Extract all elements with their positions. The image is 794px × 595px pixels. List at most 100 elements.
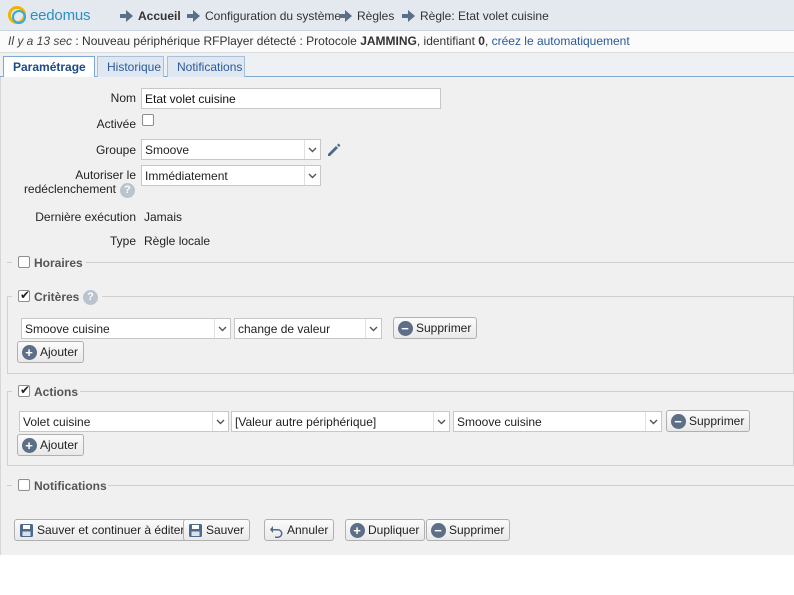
critere-add-button[interactable]: + Ajouter — [17, 341, 85, 363]
action-add-button[interactable]: + Ajouter — [17, 434, 85, 456]
arrow-right-icon — [402, 9, 415, 22]
criteres-checkbox[interactable] — [18, 288, 30, 302]
notice-text: , identifiant — [416, 34, 479, 48]
autoriser-label-line1: Autoriser le — [75, 168, 136, 182]
groupe-value: Smoove — [145, 142, 190, 157]
critere-delete-button[interactable]: − Supprimer — [393, 317, 478, 339]
button-label: Ajouter — [40, 345, 79, 359]
chevron-down-icon — [304, 140, 320, 159]
chevron-down-icon — [365, 319, 381, 338]
derniere-execution-label: Dernière exécution — [35, 210, 136, 224]
notice-identifier: 0 — [478, 34, 485, 48]
eedomus-logo[interactable]: eedomus — [8, 5, 91, 25]
arrow-right-icon — [339, 9, 352, 22]
chevron-down-icon — [433, 412, 449, 431]
horaires-divider — [7, 262, 794, 263]
edit-pencil-icon[interactable] — [325, 141, 343, 159]
action-value-type-value: [Valeur autre périphérique] — [235, 414, 377, 429]
save-button[interactable]: Sauver — [183, 519, 251, 541]
chevron-down-icon — [214, 319, 230, 338]
tab-notifications[interactable]: Notifications — [167, 56, 245, 78]
action-device-select[interactable]: Volet cuisine — [19, 411, 229, 432]
minus-circle-icon: − — [670, 413, 686, 429]
groupe-select[interactable]: Smoove — [141, 139, 321, 160]
breadcrumb-label: Règle: Etat volet cuisine — [420, 8, 549, 23]
breadcrumb-label: Règles — [357, 8, 395, 23]
help-icon[interactable]: ? — [83, 290, 98, 305]
breadcrumb-system-config[interactable]: Configuration du système — [187, 8, 341, 23]
floppy-disk-icon — [18, 522, 34, 538]
button-label: Dupliquer — [368, 523, 420, 537]
button-label: Sauver — [206, 523, 245, 537]
action-delete-button[interactable]: − Supprimer — [666, 410, 751, 432]
action-device-value: Volet cuisine — [23, 414, 91, 429]
button-label: Supprimer — [449, 523, 505, 537]
critere-device-select[interactable]: Smoove cuisine — [21, 318, 231, 339]
tab-historique[interactable]: Historique — [97, 56, 164, 78]
chevron-down-icon — [645, 412, 661, 431]
breadcrumb-rules[interactable]: Règles — [339, 8, 394, 23]
button-label: Ajouter — [40, 438, 79, 452]
notifications-divider — [7, 485, 794, 486]
breadcrumb-label: Accueil — [138, 8, 181, 23]
button-label: Annuler — [287, 523, 329, 537]
action-value-type-select[interactable]: [Valeur autre périphérique] — [231, 411, 450, 432]
tab-parametrage[interactable]: Paramétrage — [3, 56, 95, 78]
minus-circle-icon: − — [397, 320, 413, 336]
logo-icon — [8, 6, 26, 24]
notice-time: Il y a 13 sec — [8, 34, 73, 48]
derniere-execution-value: Jamais — [144, 210, 183, 224]
action-source-value: Smoove cuisine — [457, 414, 542, 429]
minus-circle-icon: − — [430, 522, 446, 538]
help-icon[interactable]: ? — [120, 183, 135, 198]
critere-device-value: Smoove cuisine — [25, 321, 110, 336]
actions-checkbox[interactable] — [18, 383, 30, 397]
button-label: Supprimer — [689, 414, 745, 428]
chevron-down-icon — [304, 166, 320, 185]
arrow-right-icon — [187, 9, 200, 22]
breadcrumb-label: Configuration du système — [205, 8, 342, 23]
arrow-right-icon — [120, 9, 133, 22]
autoriser-label-line2: redéclenchement — [23, 182, 116, 196]
breadcrumb-current-rule: Règle: Etat volet cuisine — [402, 8, 549, 23]
undo-icon — [268, 522, 284, 538]
actions-divider — [7, 391, 794, 392]
logo-text: eedomus — [30, 6, 91, 24]
autoriser-select[interactable]: Immédiatement — [141, 165, 321, 186]
nom-input[interactable] — [141, 88, 441, 109]
criteres-divider — [7, 296, 794, 297]
breadcrumb-home[interactable]: Accueil — [120, 8, 181, 23]
action-source-select[interactable]: Smoove cuisine — [453, 411, 662, 432]
plus-circle-icon: + — [21, 437, 37, 453]
delete-rule-button[interactable]: − Supprimer — [426, 519, 511, 541]
activee-checkbox[interactable] — [142, 114, 154, 126]
horaires-label: Horaires — [34, 256, 83, 270]
notice-text: , — [484, 34, 492, 48]
notice-text: : Nouveau périphérique RFPlayer détecté … — [72, 34, 361, 48]
button-label: Supprimer — [416, 321, 472, 335]
notification-banner: Il y a 13 sec : Nouveau périphérique RFP… — [0, 31, 794, 53]
notifications-label: Notifications — [34, 479, 107, 493]
type-label: Type — [109, 234, 136, 248]
button-label: Sauver et continuer à éditer — [37, 523, 185, 537]
notifications-checkbox[interactable] — [18, 479, 30, 491]
critere-condition-value: change de valeur — [238, 321, 331, 336]
notice-protocol: JAMMING — [360, 34, 417, 48]
actions-label: Actions — [34, 385, 79, 399]
floppy-disk-icon — [187, 522, 203, 538]
save-continue-button[interactable]: Sauver et continuer à éditer — [14, 519, 191, 541]
nom-label: Nom — [110, 91, 136, 105]
plus-circle-icon: + — [21, 344, 37, 360]
groupe-label: Groupe — [95, 143, 136, 157]
critere-condition-select[interactable]: change de valeur — [234, 318, 382, 339]
duplicate-plus-icon: + — [349, 522, 365, 538]
activee-label: Activée — [96, 117, 136, 131]
create-automatically-link[interactable]: créez le automatiquement — [492, 34, 630, 48]
type-value: Règle locale — [144, 234, 211, 248]
cancel-button[interactable]: Annuler — [264, 519, 335, 541]
autoriser-value: Immédiatement — [145, 168, 228, 183]
criteres-label: Critères — [34, 290, 80, 304]
horaires-checkbox[interactable] — [18, 256, 30, 268]
chevron-down-icon — [212, 412, 228, 431]
duplicate-button[interactable]: + Dupliquer — [345, 519, 426, 541]
